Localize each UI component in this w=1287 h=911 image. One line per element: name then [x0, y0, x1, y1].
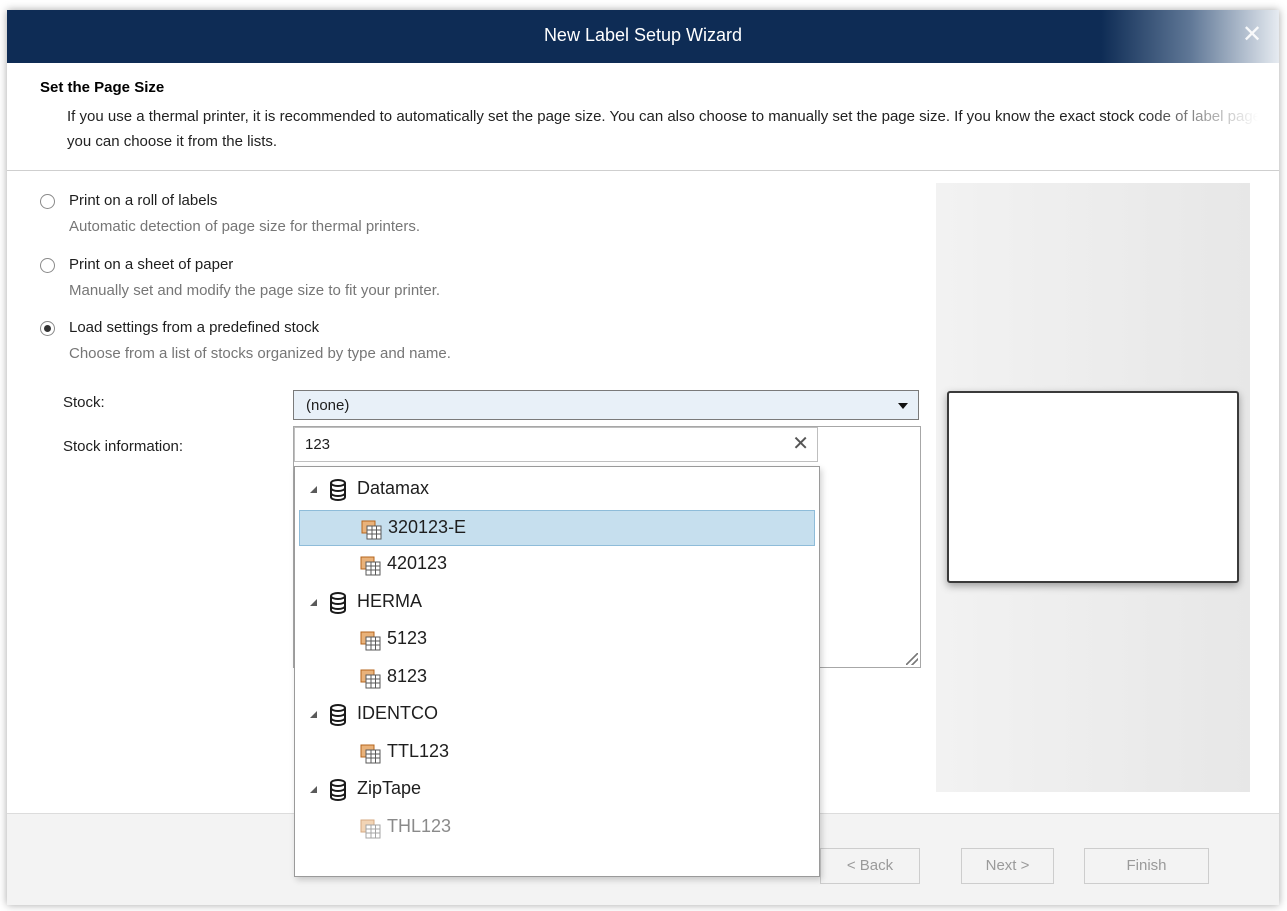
finish-button[interactable]: Finish [1084, 848, 1209, 884]
database-icon [330, 779, 346, 801]
radio-predefined-stock[interactable] [40, 321, 55, 336]
option-description: Manually set and modify the page size to… [69, 282, 441, 299]
expander-icon[interactable] [310, 486, 317, 493]
option-label: Print on a roll of labels [69, 192, 218, 209]
tree-item-420123[interactable]: 420123 [299, 547, 815, 583]
tree-item-ttl123[interactable]: TTL123 [299, 735, 815, 771]
clear-icon[interactable]: ✕ [792, 432, 809, 456]
page-header: Set the Page Size If you use a thermal p… [7, 63, 1279, 171]
database-icon [330, 704, 346, 726]
tree-item-thl123[interactable]: THL123 [299, 810, 815, 846]
tree-item-8123[interactable]: 8123 [299, 660, 815, 696]
window-title: New Label Setup Wizard [543, 25, 743, 45]
tree-group-identco[interactable]: IDENTCO [299, 697, 815, 733]
next-button[interactable]: Next > [961, 848, 1054, 884]
tree-item-label: 420123 [387, 553, 448, 573]
wizard-window: New Label Setup Wizard ✕ Set the Page Si… [7, 10, 1279, 905]
title-bar: New Label Setup Wizard ✕ [7, 10, 1279, 63]
stock-sheet-icon [360, 556, 381, 576]
database-icon [330, 592, 346, 614]
tree-item-label: THL123 [387, 816, 452, 836]
tree-item-label: 5123 [387, 628, 428, 648]
label-preview-panel [936, 183, 1250, 792]
tree-group-datamax[interactable]: Datamax [299, 472, 815, 508]
option-description: Choose from a list of stocks organized b… [69, 345, 451, 362]
page-description: If you use a thermal printer, it is reco… [67, 108, 1266, 150]
page-title: Set the Page Size [40, 79, 165, 96]
stock-sheet-icon [360, 744, 381, 764]
close-icon[interactable]: ✕ [1239, 22, 1265, 48]
dropdown-arrow-icon[interactable] [898, 403, 908, 409]
tree-group-label: Datamax [357, 478, 430, 498]
radio-roll-of-labels[interactable] [40, 194, 55, 209]
resize-grip-icon[interactable] [906, 653, 918, 665]
label-preview [947, 391, 1239, 583]
option-label: Print on a sheet of paper [69, 256, 234, 273]
header-fade [1139, 63, 1279, 170]
stock-search-input[interactable]: 123 ✕ [294, 427, 818, 462]
stock-sheet-icon [360, 669, 381, 689]
tree-group-label: HERMA [357, 591, 423, 611]
tree-item-label: 320123-E [388, 517, 467, 537]
radio-sheet-of-paper[interactable] [40, 258, 55, 273]
stock-sheet-icon [360, 631, 381, 651]
stock-sheet-icon [360, 819, 381, 839]
tree-group-label: IDENTCO [357, 703, 438, 723]
tree-group-herma[interactable]: HERMA [299, 585, 815, 621]
stock-dropdown[interactable]: (none) [293, 390, 919, 420]
tree-item-5123[interactable]: 5123 [299, 622, 815, 658]
tree-group-ziptape[interactable]: ZipTape [299, 772, 815, 808]
stock-tree-popup: Datamax 320123-E 420123 HERMA 5123 8123 … [294, 466, 820, 877]
back-button[interactable]: < Back [820, 848, 920, 884]
option-description: Automatic detection of page size for the… [69, 218, 421, 235]
tree-item-label: TTL123 [387, 741, 450, 761]
tree-group-label: ZipTape [357, 778, 422, 798]
search-text: 123 [305, 436, 331, 453]
expander-icon[interactable] [310, 711, 317, 718]
stock-information-label: Stock information: [63, 438, 184, 455]
stock-selected-value: (none) [306, 397, 350, 414]
stock-label: Stock: [63, 394, 105, 411]
database-icon [330, 479, 346, 501]
expander-icon[interactable] [310, 599, 317, 606]
tree-item-label: 8123 [387, 666, 428, 686]
tree-item-320123-e[interactable]: 320123-E [299, 510, 815, 546]
option-label: Load settings from a predefined stock [69, 319, 320, 336]
expander-icon[interactable] [310, 786, 317, 793]
stock-sheet-icon [361, 520, 382, 540]
